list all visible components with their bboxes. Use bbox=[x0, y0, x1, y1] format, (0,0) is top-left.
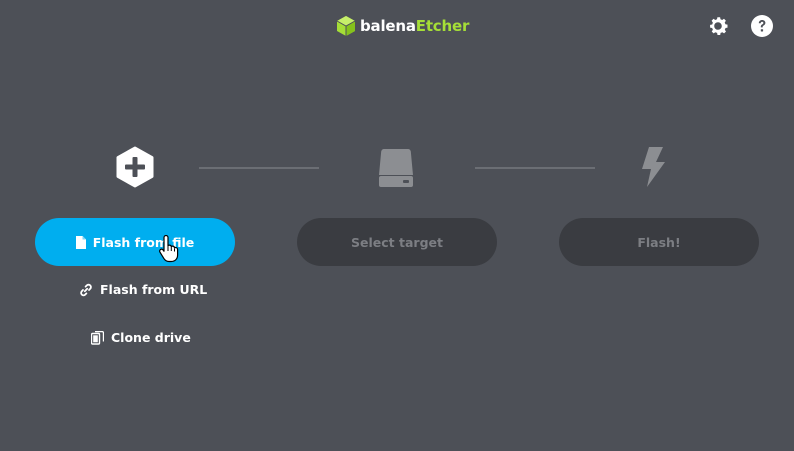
link-icon bbox=[80, 283, 92, 296]
lightning-icon bbox=[642, 147, 665, 187]
source-step-icon bbox=[113, 145, 157, 189]
clone-drive-label: Clone drive bbox=[111, 330, 191, 345]
logo-text-etcher: Etcher bbox=[415, 17, 470, 35]
step-connector-2 bbox=[475, 167, 595, 169]
flash-label: Flash! bbox=[637, 234, 681, 250]
gear-icon bbox=[710, 17, 728, 35]
flash-from-url-link[interactable]: Flash from URL bbox=[79, 282, 207, 297]
target-step-icon bbox=[374, 145, 418, 189]
help-button[interactable] bbox=[749, 13, 775, 39]
file-icon bbox=[75, 235, 86, 249]
balena-cube-icon bbox=[336, 16, 356, 36]
flash-step-icon bbox=[630, 145, 674, 189]
flash-from-file-label: Flash from file bbox=[92, 234, 195, 250]
drive-icon bbox=[379, 149, 413, 187]
plus-hexagon-icon bbox=[116, 146, 154, 188]
flash-from-file-button[interactable]: Flash from file bbox=[35, 218, 235, 266]
logo-text-balena: balena bbox=[360, 17, 416, 35]
copy-icon bbox=[91, 330, 104, 345]
app-logo: balenaEtcher bbox=[336, 15, 469, 37]
step-connector-1 bbox=[199, 167, 319, 169]
settings-button[interactable] bbox=[705, 13, 731, 39]
clone-drive-link[interactable]: Clone drive bbox=[91, 330, 191, 345]
flash-from-url-label: Flash from URL bbox=[100, 282, 208, 297]
flash-button[interactable]: Flash! bbox=[559, 218, 759, 266]
select-target-label: Select target bbox=[351, 234, 443, 250]
select-target-button[interactable]: Select target bbox=[297, 218, 497, 266]
etcher-window: balenaEtcher Flash from file Select targ… bbox=[0, 0, 794, 451]
question-circle-icon bbox=[751, 15, 773, 37]
